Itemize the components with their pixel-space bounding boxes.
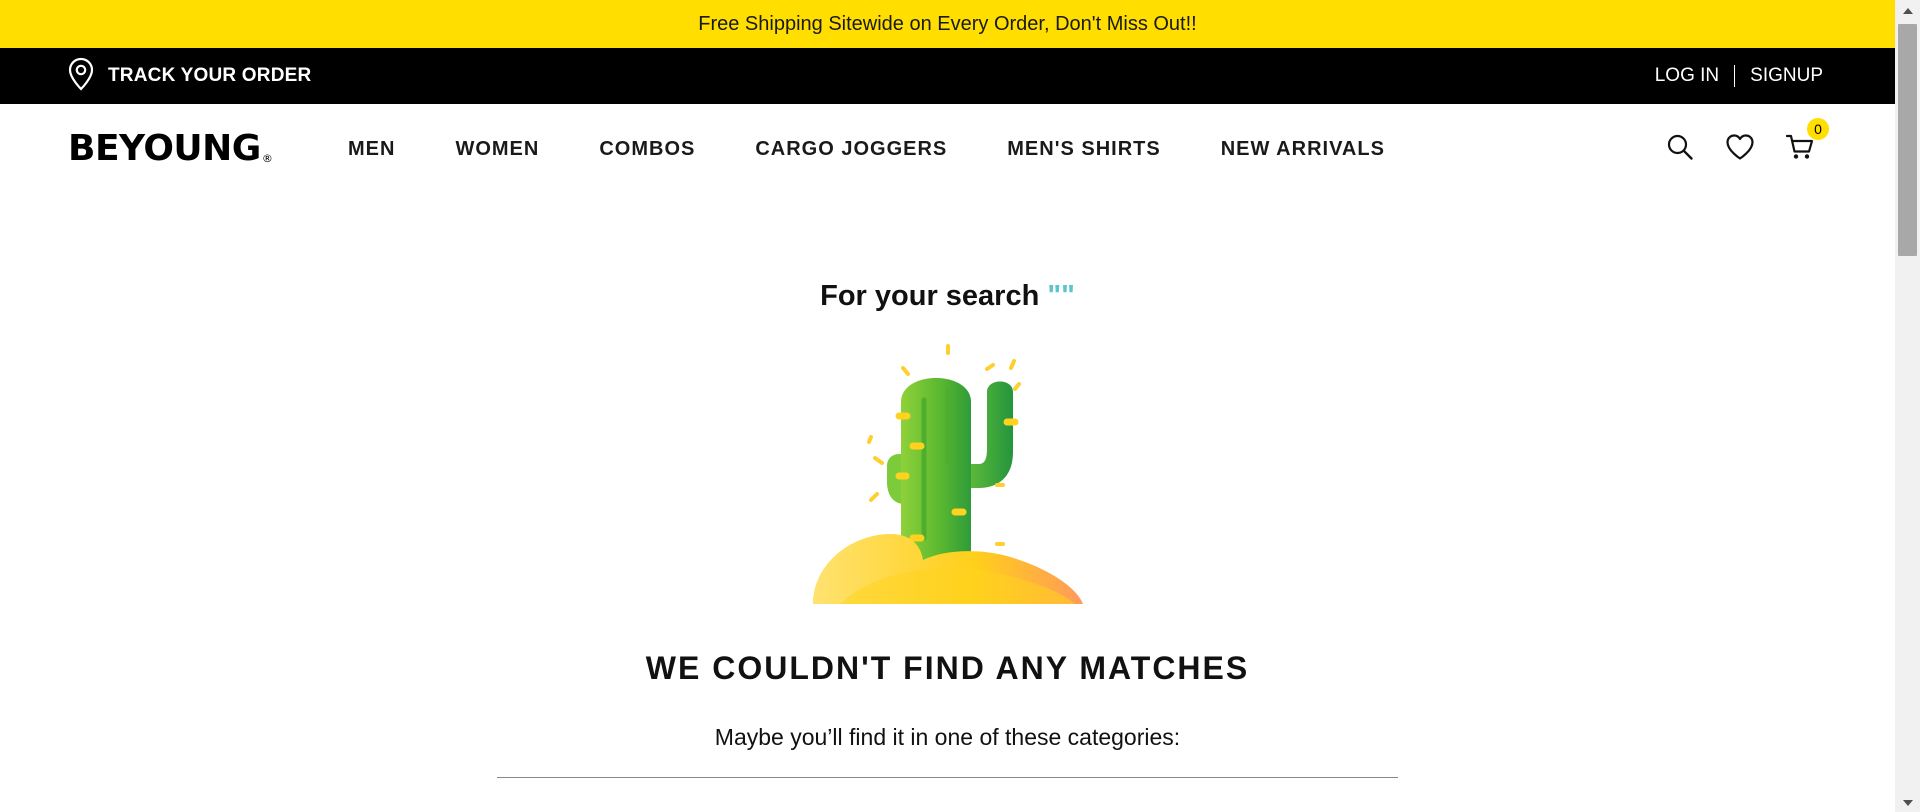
arrow-up-icon xyxy=(1902,1,1913,19)
logo-text: BEYOUNG xyxy=(68,128,261,169)
wishlist-button[interactable] xyxy=(1725,133,1755,166)
search-results: For your search "" WE COULDN'T FIND ANY … xyxy=(0,194,1895,812)
section-divider xyxy=(497,777,1398,778)
nav-item-new-arrivals[interactable]: NEW ARRIVALS xyxy=(1221,138,1385,161)
scroll-up-button[interactable] xyxy=(1895,0,1920,20)
location-pin-icon xyxy=(68,57,94,96)
promo-banner: Free Shipping Sitewide on Every Order, D… xyxy=(0,0,1895,48)
search-heading-prefix: For your search xyxy=(820,280,1040,312)
search-query: "" xyxy=(1047,280,1075,312)
main-header: BEYOUNG® MEN WOMEN COMBOS CARGO JOGGERS … xyxy=(0,104,1895,194)
search-icon xyxy=(1666,133,1694,166)
search-heading: For your search "" xyxy=(0,280,1895,313)
heart-icon xyxy=(1725,133,1755,166)
nav-item-mens-shirts[interactable]: MEN'S SHIRTS xyxy=(1007,138,1160,161)
nav-item-men[interactable]: MEN xyxy=(348,138,395,161)
scrollbar-thumb[interactable] xyxy=(1898,24,1917,256)
cactus-illustration xyxy=(811,342,1085,610)
cart-count-badge: 0 xyxy=(1807,118,1829,140)
utility-bar: TRACK YOUR ORDER LOG IN SIGNUP xyxy=(0,48,1895,104)
nav-item-cargo-joggers[interactable]: CARGO JOGGERS xyxy=(755,138,947,161)
suggestion-text: Maybe you’ll find it in one of these cat… xyxy=(714,724,1181,750)
no-matches-heading: WE COULDN'T FIND ANY MATCHES xyxy=(645,650,1250,686)
nav-item-women[interactable]: WOMEN xyxy=(455,138,539,161)
track-order-link[interactable]: TRACK YOUR ORDER xyxy=(68,57,312,96)
promo-text: Free Shipping Sitewide on Every Order, D… xyxy=(698,12,1197,35)
page-viewport: Free Shipping Sitewide on Every Order, D… xyxy=(0,0,1895,812)
brand-logo[interactable]: BEYOUNG® xyxy=(68,128,273,169)
auth-divider xyxy=(1734,65,1736,87)
main-nav: MEN WOMEN COMBOS CARGO JOGGERS MEN'S SHI… xyxy=(348,104,1445,194)
auth-links: LOG IN SIGNUP xyxy=(1655,48,1823,104)
vertical-scrollbar[interactable] xyxy=(1895,0,1920,812)
nav-item-combos[interactable]: COMBOS xyxy=(599,138,695,161)
search-button[interactable] xyxy=(1665,134,1695,164)
track-order-label: TRACK YOUR ORDER xyxy=(108,65,312,86)
signup-link[interactable]: SIGNUP xyxy=(1750,65,1823,87)
arrow-down-icon xyxy=(1902,793,1913,811)
cart-button[interactable]: 0 xyxy=(1785,118,1829,164)
registered-mark: ® xyxy=(261,152,273,165)
scroll-down-button[interactable] xyxy=(1895,792,1920,812)
header-actions: 0 xyxy=(1665,104,1829,194)
login-link[interactable]: LOG IN xyxy=(1655,65,1719,87)
